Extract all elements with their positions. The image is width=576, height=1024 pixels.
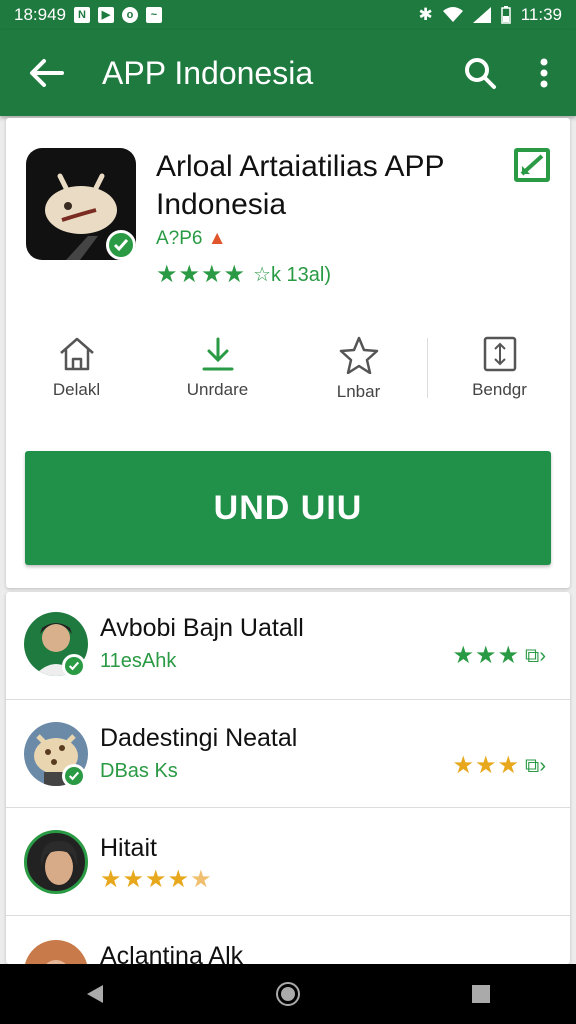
- rating-stars: ★ ★ ★: [453, 754, 520, 778]
- star-icon: ★: [178, 260, 201, 288]
- system-nav-bar: [0, 964, 576, 1024]
- verified-badge-icon: [62, 764, 86, 788]
- battery-icon: [500, 6, 511, 24]
- verified-badge-icon: [62, 654, 86, 678]
- star-icon: ★: [100, 866, 122, 893]
- open-review-icon[interactable]: ⧉›: [525, 645, 546, 668]
- star-icon: ★: [475, 752, 497, 779]
- star-icon: ★: [497, 752, 520, 779]
- rating-stars: ★ ★ ★: [453, 644, 520, 668]
- star-icon: ★: [223, 260, 246, 288]
- avatar: [24, 830, 88, 894]
- star-icon: ★: [190, 866, 212, 893]
- star-icon: ★: [452, 642, 475, 669]
- review-subtitle: DBas Ks: [100, 760, 178, 782]
- share-box-icon: [483, 336, 516, 372]
- bluetooth-icon: ✱: [418, 5, 433, 24]
- star-icon: ★: [201, 260, 223, 288]
- list-item[interactable]: Aclantina Alk: [6, 916, 570, 964]
- avatar: [24, 940, 88, 964]
- action-download[interactable]: Unrdare: [147, 336, 288, 406]
- action-favorite[interactable]: Lnbar: [288, 336, 429, 406]
- open-review-icon[interactable]: ⧉›: [525, 755, 546, 778]
- download-icon: [202, 337, 233, 371]
- app-rating: ★ ★ ★ ★ ☆k 13al): [156, 262, 331, 287]
- review-rating: ★ ★ ★ ★ ★: [100, 868, 212, 892]
- star-icon: ★: [497, 642, 520, 669]
- home-nav-icon[interactable]: [275, 981, 301, 1007]
- app-title: Arloal Artaiatilias APP Indonesia: [156, 150, 444, 221]
- list-item[interactable]: Hitait ★ ★ ★ ★ ★: [6, 808, 570, 916]
- action-label: Lnbar: [336, 382, 381, 401]
- star-icon: ★: [167, 866, 190, 893]
- app-icon: [26, 148, 136, 260]
- star-icon: ★: [122, 866, 145, 893]
- review-subtitle: 11esAhk: [100, 650, 177, 672]
- overflow-menu-button[interactable]: [512, 30, 576, 116]
- wishlist-icon[interactable]: [514, 148, 550, 182]
- developer-name[interactable]: A?P6 ▲: [156, 228, 227, 250]
- divider: [427, 338, 428, 398]
- action-row: Delakl Unrdare Lnbar Bendgr: [6, 336, 570, 406]
- review-name: Hitait: [100, 834, 157, 862]
- star-icon: ★: [145, 866, 167, 893]
- action-label: Bendgr: [472, 380, 527, 399]
- action-label: Delakl: [52, 380, 101, 399]
- status-time-right: 11:39: [520, 5, 562, 24]
- notification-icon: ~: [146, 7, 162, 23]
- signal-icon: [472, 7, 491, 23]
- search-button[interactable]: [448, 30, 512, 116]
- review-rating: ★ ★ ★ ⧉›: [453, 754, 547, 778]
- home-icon: [59, 337, 94, 371]
- list-item[interactable]: Avbobi Bajn Uatall 11esAhk ★ ★ ★ ⧉›: [6, 592, 570, 700]
- verified-badge-icon: [106, 230, 136, 260]
- wifi-icon: [442, 7, 463, 22]
- status-bar: 18:949 N ▶ o ~ ✱ 11:39: [0, 0, 576, 30]
- avatar: [24, 722, 88, 788]
- search-icon: [465, 58, 496, 89]
- more-vert-icon: [540, 58, 548, 88]
- review-name: Aclantina Alk: [100, 942, 244, 964]
- recents-nav-icon[interactable]: [471, 984, 491, 1004]
- flame-icon: ▲: [207, 228, 227, 249]
- star-icon: ★: [475, 642, 497, 669]
- star-icon: ★: [156, 260, 178, 288]
- app-bar: APP Indonesia: [0, 30, 576, 116]
- app-details-card: Arloal Artaiatilias APP Indonesia A?P6 ▲…: [6, 118, 570, 588]
- star-icon: ★: [452, 752, 475, 779]
- arrow-back-icon: [30, 59, 64, 87]
- action-share[interactable]: Bendgr: [429, 336, 570, 406]
- avatar: [24, 612, 88, 678]
- star-outline-icon: [339, 336, 378, 374]
- developer-label: A?P6: [156, 228, 203, 249]
- review-name: Avbobi Bajn Uatall: [100, 614, 304, 642]
- notification-icon: ▶: [98, 7, 114, 23]
- install-button[interactable]: UND UIU: [25, 451, 551, 565]
- action-details[interactable]: Delakl: [6, 336, 147, 406]
- action-label: Unrdare: [186, 380, 249, 399]
- rating-stars: ★ ★ ★ ★ ★: [100, 868, 212, 892]
- notification-icon: o: [122, 7, 138, 23]
- back-button[interactable]: [0, 30, 92, 116]
- rating-count: ☆k 13al): [253, 264, 332, 286]
- list-item[interactable]: Dadestingi Neatal DBas Ks ★ ★ ★ ⧉›: [6, 700, 570, 808]
- reviews-list: Avbobi Bajn Uatall 11esAhk ★ ★ ★ ⧉› Dadest…: [6, 592, 570, 964]
- notification-icon: N: [74, 7, 90, 23]
- page-title: APP Indonesia: [102, 54, 314, 91]
- back-nav-icon[interactable]: [85, 983, 105, 1005]
- review-rating: ★ ★ ★ ⧉›: [453, 644, 547, 668]
- review-name: Dadestingi Neatal: [100, 724, 298, 752]
- rating-stars: ★ ★ ★ ★: [156, 260, 246, 288]
- status-time-left: 18:949: [14, 5, 66, 24]
